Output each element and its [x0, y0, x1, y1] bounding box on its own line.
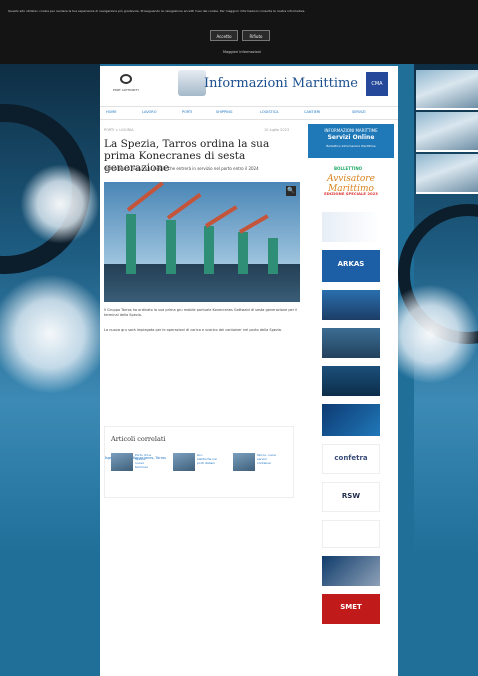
ad-banner[interactable] — [322, 366, 380, 396]
crane — [166, 220, 176, 274]
rsw-ad-text: RSW — [341, 492, 361, 500]
rsw-ad[interactable]: RSW — [322, 482, 380, 512]
ad-banner[interactable] — [322, 328, 380, 358]
related-title: Articoli correlati — [111, 435, 166, 443]
nav-item-home[interactable]: HOME — [106, 110, 117, 114]
crane — [204, 226, 214, 274]
page-content: PORT AUTHORITY Informazioni Marittime CM… — [100, 66, 398, 676]
related-thumbnail — [111, 453, 133, 471]
related-thumbnail — [173, 453, 195, 471]
cookie-more-link[interactable]: Maggiori informazioni — [212, 50, 272, 54]
bulletin-edition: EDIZIONE SPECIALE 2023 — [324, 191, 378, 196]
services-title: INFORMAZIONI MARITTIME — [324, 128, 378, 133]
article-paragraph: Il Gruppo Tarros ha ordinato la sua prim… — [104, 308, 298, 317]
header-illustration — [178, 70, 206, 96]
bulletin-tag: BOLLETTINO — [334, 166, 363, 171]
nav-item-logistica[interactable]: LOGISTICA — [260, 110, 279, 114]
site-title[interactable]: Informazioni Marittime — [204, 76, 358, 91]
ad-banner[interactable] — [322, 556, 380, 586]
nav-item-porti[interactable]: PORTI — [182, 110, 192, 114]
smet-ad[interactable]: SMET — [322, 594, 380, 624]
nav-item-lavoro[interactable]: LAVORO — [142, 110, 156, 114]
cma-logo[interactable]: CMA — [366, 72, 388, 96]
confetra-ad[interactable]: confetra — [322, 444, 380, 474]
related-item-title: Tarros, nuovi servizi container — [257, 453, 277, 465]
bulletin-banner[interactable]: BOLLETTINO Avvisatore Marittimo EDIZIONE… — [308, 164, 394, 206]
crane — [126, 214, 136, 274]
arkas-ad-text: ARKAS — [337, 260, 365, 268]
crane — [238, 232, 248, 274]
cookie-banner: Questo sito utilizza i cookie per render… — [0, 0, 478, 64]
background-photo — [416, 154, 478, 194]
crane — [268, 238, 278, 274]
wave-spray — [20, 164, 100, 244]
ad-banner[interactable] — [322, 404, 380, 436]
ad-banner[interactable] — [322, 520, 380, 548]
article-hero-image[interactable]: 🔍 — [104, 182, 300, 302]
related-articles: Articoli correlati Porto di La Spezia, n… — [104, 426, 294, 498]
nav-item-shipping[interactable]: SHIPPING — [216, 110, 232, 114]
related-item[interactable]: Porto di La Spezia, nuovo terminal — [111, 453, 155, 487]
cookie-text: Questo sito utilizza i cookie per render… — [8, 9, 306, 13]
nav-item-servizi[interactable]: SERVIZI — [352, 110, 366, 114]
related-item-title: Gru elettriche nei porti italiani — [197, 453, 217, 465]
main-nav: HOME LAVORO PORTI SHIPPING LOGISTICA CAN… — [100, 106, 398, 120]
cookie-reject-button[interactable]: Rifiuto — [242, 30, 270, 41]
related-item[interactable]: Tarros, nuovi servizi container — [233, 453, 277, 487]
cookie-accept-button[interactable]: Accetto — [210, 30, 238, 41]
breadcrumb[interactable]: PORTI > LIGURIA — [104, 128, 134, 132]
article-date: 10 luglio 2023 — [264, 128, 290, 132]
services-big: Servizi Online — [327, 134, 375, 141]
ad-banner[interactable] — [322, 290, 380, 320]
online-services-banner[interactable]: INFORMAZIONI MARITTIME Servizi Online Bo… — [308, 124, 394, 158]
background-photo — [416, 70, 478, 110]
background-photo — [416, 112, 478, 152]
article-standfirst: Ordinata una nuova gru mobile che entrer… — [104, 166, 259, 171]
related-thumbnail — [233, 453, 255, 471]
confetra-ad-text: confetra — [334, 454, 368, 462]
nav-item-cantieri[interactable]: CANTIERI — [304, 110, 320, 114]
services-sub: Bollettino Informazioni Marittime — [326, 144, 376, 148]
smet-ad-text: SMET — [340, 603, 362, 611]
arkas-ad[interactable]: ARKAS — [322, 250, 380, 282]
emblem-icon — [120, 74, 132, 84]
related-item-title: Porto di La Spezia, nuovo terminal — [135, 453, 151, 469]
related-item[interactable]: Gru elettriche nei porti italiani — [173, 453, 217, 487]
ad-banner[interactable] — [322, 212, 380, 242]
port-authority-logo-text: PORT AUTHORITY — [112, 88, 140, 92]
article-paragraph: La nuova gru sarà impiegata per le opera… — [104, 328, 283, 332]
site-header: PORT AUTHORITY Informazioni Marittime CM… — [100, 66, 398, 104]
zoom-icon[interactable]: 🔍 — [286, 186, 296, 196]
port-authority-logo[interactable]: PORT AUTHORITY — [106, 74, 146, 98]
